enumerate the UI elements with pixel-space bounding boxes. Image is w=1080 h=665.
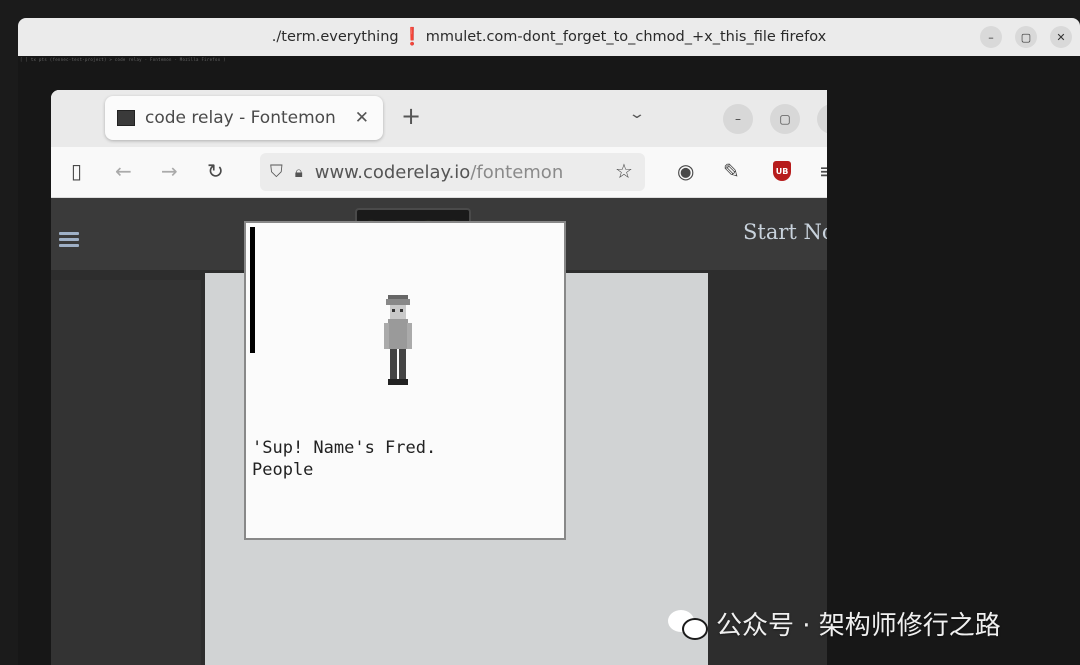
fred-character-sprite [384, 295, 412, 385]
bookmark-star-icon[interactable]: ☆ [615, 159, 633, 183]
reload-icon[interactable]: ↻ [207, 159, 224, 183]
new-tab-icon[interactable]: + [401, 102, 421, 130]
forward-arrow-icon[interactable]: → [161, 159, 178, 183]
game-title-peek [282, 567, 542, 587]
outer-title-part1: ./term.everything [271, 29, 399, 45]
url-bar[interactable]: ⛉ 🔒︎ www.coderelay.io/fontemon [260, 153, 645, 191]
tab-close-icon[interactable]: ✕ [355, 108, 369, 128]
minimize-button[interactable]: – [980, 26, 1002, 48]
outer-window-title: ./term.everything ❗ mmulet.com-dont_forg… [272, 27, 826, 47]
url-path: /fontemon [470, 161, 564, 183]
extensions-icon[interactable]: ✎ [723, 159, 740, 183]
game-screen[interactable]: 'Sup! Name's Fred. People [244, 221, 566, 540]
favicon-icon [117, 110, 135, 126]
dialog-text: 'Sup! Name's Fred. People [252, 438, 437, 480]
hamburger-menu-icon[interactable] [59, 232, 79, 250]
wechat-watermark: 公众号 · 架构师修行之路 [668, 605, 1001, 642]
tab-code-relay[interactable]: code relay - Fontemon ✕ [105, 96, 383, 140]
tab-title: code relay - Fontemon [145, 108, 336, 128]
sidebar-icon[interactable]: ▯ [71, 159, 82, 183]
outer-window-titlebar: ./term.everything ❗ mmulet.com-dont_forg… [18, 18, 1080, 56]
close-button[interactable]: ✕ [1050, 26, 1072, 48]
url-domain: www.coderelay.io [314, 161, 471, 183]
ff-close-button[interactable] [817, 104, 827, 134]
navigation-toolbar: ▯ ← → ↻ ⛉ 🔒︎ www.coderelay.io/fontemon ☆… [51, 147, 827, 198]
ublock-origin-icon[interactable]: UB [773, 161, 791, 181]
terminal-status-line: [ ] tx pts (fennec-test-project) > code … [20, 57, 226, 62]
text-cursor [250, 227, 255, 353]
menu-icon[interactable]: ≡ [819, 159, 827, 183]
ff-minimize-button[interactable]: – [723, 104, 753, 134]
tab-bar: code relay - Fontemon ✕ + ⌄ – ▢ [51, 90, 827, 147]
start-now-link[interactable]: Start Now [743, 220, 827, 244]
maximize-button[interactable]: ▢ [1015, 26, 1037, 48]
outer-title-part2: mmulet.com-dont_forget_to_chmod_+x_this_… [425, 29, 827, 45]
account-icon[interactable]: ◉ [677, 159, 694, 183]
watermark-text: 公众号 · 架构师修行之路 [716, 611, 1001, 641]
wechat-logo-icon [668, 609, 708, 640]
back-arrow-icon[interactable]: ← [115, 159, 132, 183]
tracking-shield-icon[interactable]: ⛉ [270, 162, 283, 182]
lock-icon[interactable]: 🔒︎ [295, 163, 303, 181]
url-text: www.coderelay.io/fontemon [315, 162, 564, 183]
sidebar-panel [51, 280, 201, 665]
tab-list-chevron-icon[interactable]: ⌄ [628, 106, 646, 122]
exclamation-icon: ❗ [401, 27, 423, 47]
ff-maximize-button[interactable]: ▢ [770, 104, 800, 134]
